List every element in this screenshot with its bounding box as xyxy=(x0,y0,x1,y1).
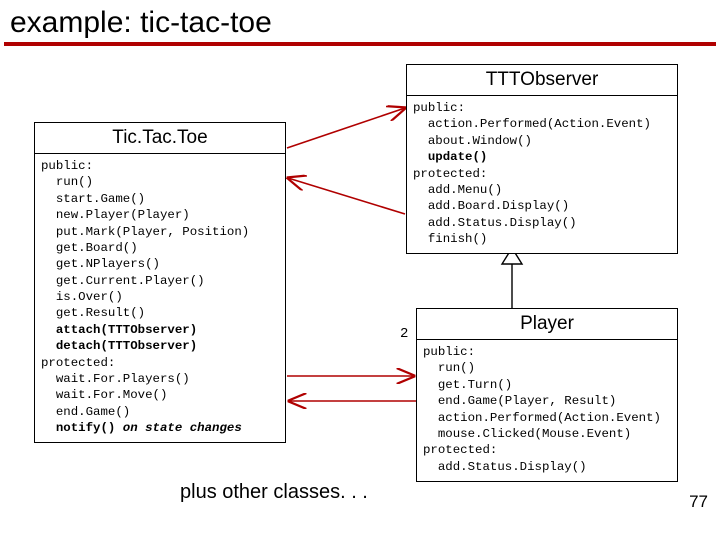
class-tttobserver: TTTObserver public: action.Performed(Act… xyxy=(406,64,678,254)
class-tictactoe-body: public: run() start.Game() new.Player(Pl… xyxy=(35,154,285,442)
class-tttobserver-body: public: action.Performed(Action.Event) a… xyxy=(407,96,677,253)
class-player: Player public: run() get.Turn() end.Game… xyxy=(416,308,678,482)
slide-title: example: tic-tac-toe xyxy=(0,0,720,42)
multiplicity-label: 2 xyxy=(400,326,408,342)
diagram-canvas: Tic.Tac.Toe public: run() start.Game() n… xyxy=(0,46,720,518)
class-player-name: Player xyxy=(417,309,677,340)
page-number: 77 xyxy=(689,492,708,512)
class-player-body: public: run() get.Turn() end.Game(Player… xyxy=(417,340,677,481)
class-tictactoe: Tic.Tac.Toe public: run() start.Game() n… xyxy=(34,122,286,443)
class-tttobserver-name: TTTObserver xyxy=(407,65,677,96)
class-tictactoe-name: Tic.Tac.Toe xyxy=(35,123,285,154)
footer-caption: plus other classes. . . xyxy=(180,481,368,504)
